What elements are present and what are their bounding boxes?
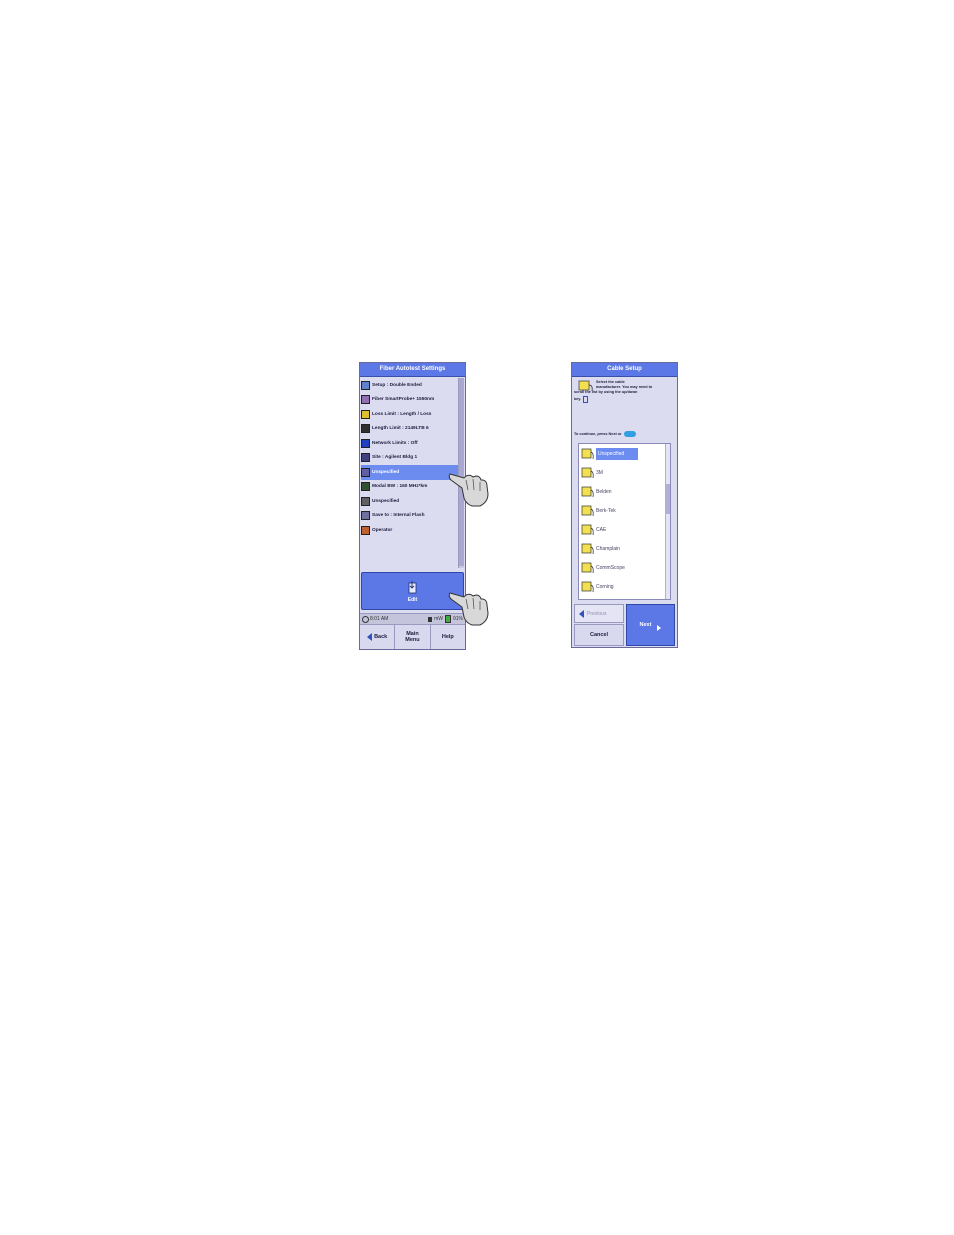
cancel-button[interactable]: Cancel bbox=[574, 624, 624, 646]
previous-button[interactable]: Previous bbox=[574, 604, 624, 623]
previous-label: Previous bbox=[587, 610, 607, 617]
back-arrow-icon bbox=[367, 633, 373, 641]
help-label: Help bbox=[441, 634, 454, 640]
cable-icon bbox=[581, 581, 594, 592]
manufacturer-label: Champlain bbox=[596, 545, 620, 552]
save-icon bbox=[361, 511, 370, 521]
main-menu-label-line2: Menu bbox=[405, 637, 420, 643]
manufacturer-item[interactable]: CommScope bbox=[579, 558, 670, 577]
ok-key-icon bbox=[623, 431, 636, 437]
connector-icon bbox=[361, 496, 370, 506]
next-arrow-icon bbox=[657, 625, 662, 631]
setting-label: Setup : Double Ended bbox=[372, 382, 422, 388]
manufacturer-label: Berk-Tek bbox=[596, 507, 616, 514]
main-menu-button[interactable]: Main Menu bbox=[395, 625, 431, 649]
cable-icon bbox=[361, 467, 370, 477]
nav-bar: Back Main Menu Help bbox=[360, 625, 465, 649]
setting-item[interactable]: Network Limits : Off bbox=[361, 436, 459, 451]
manufacturer-label: 3M bbox=[596, 469, 603, 476]
setting-label: Fiber SmartProbe+ 1550nm bbox=[372, 397, 435, 403]
site-icon bbox=[361, 453, 370, 463]
cable-icon bbox=[581, 543, 594, 554]
cable-icon bbox=[581, 524, 594, 535]
setting-label: Unspecified bbox=[372, 498, 400, 504]
setting-item[interactable]: Loss Limit : Length / Loss bbox=[361, 407, 459, 422]
manufacturer-label: Unspecified bbox=[596, 447, 639, 460]
cable-icon bbox=[581, 486, 594, 497]
cable-setup-screen: Cable Setup Select the cable manufacture… bbox=[571, 362, 678, 648]
manufacturer-label: Belden bbox=[596, 488, 612, 495]
network-limits-icon bbox=[361, 438, 370, 448]
manufacturer-item[interactable]: Corning bbox=[579, 577, 670, 596]
setting-item[interactable]: Operator bbox=[361, 523, 459, 538]
help-button[interactable]: Help bbox=[430, 625, 465, 649]
setting-item[interactable]: Modal BW : 160 MHz*km bbox=[361, 480, 459, 495]
setting-item[interactable]: Unspecified bbox=[361, 465, 459, 480]
screen-title: Cable Setup bbox=[572, 363, 677, 377]
manufacturer-item[interactable]: CAE bbox=[579, 520, 670, 539]
pointing-hand-icon bbox=[448, 473, 489, 507]
status-signal: mW bbox=[434, 616, 443, 622]
setting-item[interactable]: Save to : Internal Flash bbox=[361, 509, 459, 524]
screen-title: Fiber Autotest Settings bbox=[360, 363, 465, 377]
operator-icon bbox=[361, 525, 370, 535]
instruction-line-4: key. bbox=[574, 396, 582, 401]
up-down-key-icon bbox=[583, 395, 589, 403]
status-time: 8:01 AM bbox=[370, 616, 389, 622]
setting-item[interactable]: Length Limit : 2149LTB 6 bbox=[361, 422, 459, 437]
manufacturer-item[interactable]: Berk-Tek bbox=[579, 501, 670, 520]
instructions: Select the cable manufacturer. You may n… bbox=[574, 380, 674, 403]
setup-icon bbox=[361, 380, 370, 390]
back-label: Back bbox=[374, 634, 388, 640]
settings-list: Setup : Double Ended Fiber SmartProbe+ 15… bbox=[361, 378, 459, 570]
setting-item[interactable]: Setup : Double Ended bbox=[361, 378, 459, 393]
cable-icon bbox=[581, 448, 594, 459]
clock: 8:01 AM bbox=[362, 615, 389, 623]
setting-label: Site : Agilent Bldg 1 bbox=[372, 455, 418, 461]
next-label: Next bbox=[639, 622, 652, 628]
continue-text: To continue, press Next or bbox=[574, 432, 622, 436]
pointing-hand-icon bbox=[448, 592, 489, 626]
setting-label: Save to : Internal Flash bbox=[372, 513, 425, 519]
loss-limit-icon bbox=[361, 409, 370, 419]
manufacturer-item[interactable]: Unspecified bbox=[579, 444, 670, 463]
setting-label: Modal BW : 160 MHz*km bbox=[372, 484, 428, 490]
length-limit-icon bbox=[361, 424, 370, 434]
manufacturer-list: Unspecified 3M Belden Berk-Tek CAE Champlain C… bbox=[578, 443, 671, 600]
setting-item[interactable]: Unspecified bbox=[361, 494, 459, 509]
plug-icon bbox=[428, 616, 433, 622]
setting-item[interactable]: Fiber SmartProbe+ 1550nm bbox=[361, 393, 459, 408]
manufacturer-item[interactable]: 3M bbox=[579, 463, 670, 482]
manufacturer-item[interactable]: Belden bbox=[579, 482, 670, 501]
probe-icon bbox=[361, 395, 370, 405]
previous-arrow-icon bbox=[579, 609, 584, 618]
manufacturer-item[interactable]: Champlain bbox=[579, 539, 670, 558]
next-button[interactable]: Next bbox=[626, 604, 675, 646]
setting-item[interactable]: Site : Agilent Bldg 1 bbox=[361, 451, 459, 466]
setting-label: Length Limit : 2149LTB 6 bbox=[372, 426, 429, 432]
back-button[interactable]: Back bbox=[360, 625, 396, 649]
manufacturer-label: CommScope bbox=[596, 564, 625, 571]
setting-label: Loss Limit : Length / Loss bbox=[372, 411, 432, 417]
setting-label: Unspecified bbox=[372, 469, 400, 475]
manufacturer-scrollbar[interactable] bbox=[665, 444, 670, 599]
cable-icon bbox=[581, 467, 594, 478]
cancel-label: Cancel bbox=[589, 632, 609, 638]
cable-icon bbox=[581, 505, 594, 516]
setting-label: Network Limits : Off bbox=[372, 440, 418, 446]
clock-icon bbox=[362, 615, 369, 623]
cable-icon bbox=[581, 562, 594, 573]
modal-bw-icon bbox=[361, 482, 370, 492]
manufacturer-label: CAE bbox=[596, 526, 607, 533]
manufacturer-label: Corning bbox=[596, 583, 614, 590]
setting-label: Operator bbox=[372, 527, 393, 533]
continue-instruction: To continue, press Next or bbox=[574, 431, 674, 437]
